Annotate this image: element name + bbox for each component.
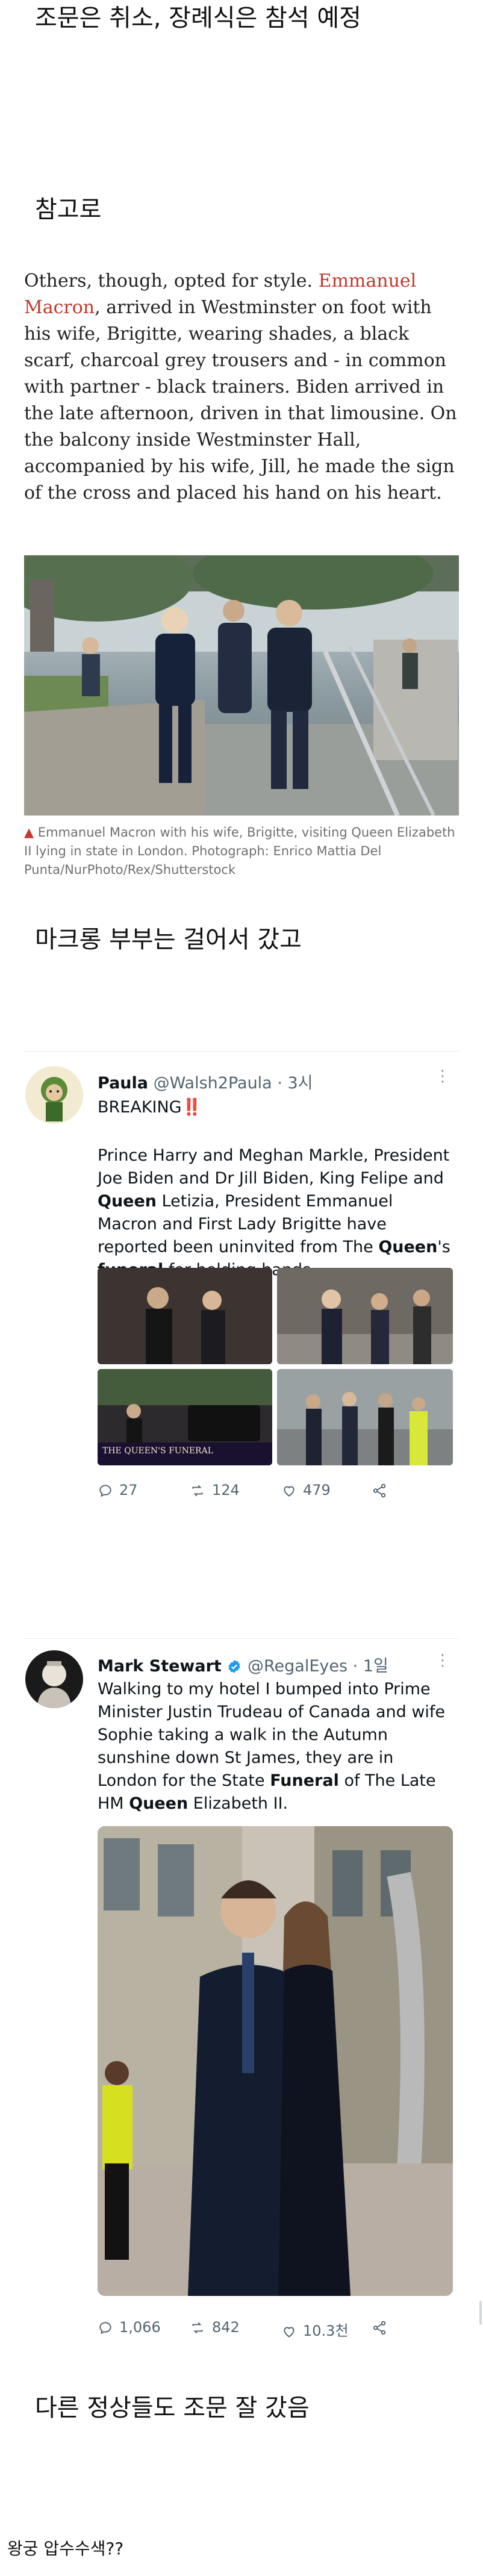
reply-icon xyxy=(99,1485,111,1497)
tweet-media-4[interactable] xyxy=(277,1369,453,1465)
breaking-text: BREAKING xyxy=(98,1098,182,1117)
retweet-count: 124 xyxy=(212,1482,240,1499)
tweet-time[interactable]: · 3시 xyxy=(277,1074,313,1093)
retweet-icon xyxy=(192,1485,203,1497)
like-button[interactable]: 10.3천 xyxy=(281,2319,349,2340)
caption-text: Emmanuel Macron with his wife, Brigitte,… xyxy=(24,825,455,877)
tweet-divider xyxy=(24,1051,459,1052)
tweet-media-3[interactable]: THE QUEEN'S FUNERAL xyxy=(98,1369,272,1465)
section-heading-reference: 참고로 xyxy=(35,196,102,223)
photo-macron-couple-walking xyxy=(24,555,459,816)
tweet-header: Mark Stewart @RegalEyes · 1일 xyxy=(98,1655,388,1678)
tweet-author-handle[interactable]: @Walsh2Paula xyxy=(154,1074,272,1093)
tweet-text: Elizabeth II. xyxy=(188,1794,288,1813)
share-button[interactable] xyxy=(372,1482,393,1499)
tweet-paula[interactable]: Paula @Walsh2Paula · 3시 ⋮ BREAKING‼️ Pri… xyxy=(24,1066,459,1524)
share-icon xyxy=(373,2321,386,2335)
article-text-after: , arrived in Westminster on foot with hi… xyxy=(24,297,457,504)
tweet-text-bold: Queen xyxy=(129,1794,189,1813)
like-count: 479 xyxy=(303,1482,331,1499)
verified-badge-icon xyxy=(228,1660,240,1673)
closing-remark: 왕궁 압수수색?? xyxy=(7,2539,124,2559)
section-heading-other-leaders: 다른 정상들도 조문 잘 갔음 xyxy=(35,2394,310,2422)
more-icon[interactable]: ⋮ xyxy=(435,1067,450,1085)
heart-icon xyxy=(284,2327,294,2337)
article-text-before: Others, though, opted for style. xyxy=(24,270,319,292)
tweet-line-breaking: BREAKING‼️ xyxy=(98,1096,453,1119)
tweet-header: Paula @Walsh2Paula · 3시 xyxy=(98,1072,313,1095)
media-banner-text: THE QUEEN'S FUNERAL xyxy=(102,1446,214,1456)
caption-triangle-icon: ▲ xyxy=(24,825,38,840)
photo-caption: ▲ Emmanuel Macron with his wife, Brigitt… xyxy=(24,823,459,879)
section-heading-walk: 마크롱 부부는 걸어서 갔고 xyxy=(35,926,302,953)
avatar-paula[interactable] xyxy=(25,1066,83,1124)
article-photo xyxy=(24,555,459,816)
tweet-actions: 1,066 842 10.3천 xyxy=(98,2319,453,2343)
tweet-text-bold: Queen xyxy=(378,1238,438,1256)
avatar-mark-stewart[interactable] xyxy=(25,1650,83,1708)
tweet-body: Walking to my hotel I bumped into Prime … xyxy=(98,1678,453,1815)
tweet-body: Prince Harry and Meghan Markle, Presiden… xyxy=(98,1144,453,1282)
tweet-media-1[interactable] xyxy=(98,1268,272,1364)
tweet-text: Prince Harry and Meghan Markle, Presiden… xyxy=(98,1146,450,1188)
reply-button[interactable]: 1,066 xyxy=(98,2319,161,2336)
tweet-divider xyxy=(24,1638,459,1639)
double-exclamation-icon: ‼️ xyxy=(181,1098,202,1117)
retweet-count: 842 xyxy=(212,2319,240,2336)
share-button[interactable] xyxy=(372,2319,393,2336)
like-count: 10.3천 xyxy=(303,2322,349,2339)
tweet-text-bold: Funeral xyxy=(270,1771,339,1790)
post-title: 조문은 취소, 장례식은 참석 예정 xyxy=(35,4,361,32)
retweet-button[interactable]: 124 xyxy=(189,1482,240,1499)
reply-button[interactable]: 27 xyxy=(98,1482,138,1499)
reply-count: 27 xyxy=(119,1482,138,1499)
more-icon[interactable]: ⋮ xyxy=(435,1651,450,1670)
tweet-mark-stewart[interactable]: Mark Stewart @RegalEyes · 1일 ⋮ Walking t… xyxy=(24,1650,459,2349)
reply-icon xyxy=(99,2322,111,2334)
tweet-time[interactable]: · 1일 xyxy=(353,1657,388,1676)
tweet-text-bold: Queen xyxy=(98,1192,157,1211)
retweet-icon xyxy=(192,2322,203,2334)
tweet-media-trudeau[interactable] xyxy=(98,1826,453,2296)
retweet-button[interactable]: 842 xyxy=(189,2319,240,2336)
scrollbar-thumb[interactable] xyxy=(479,2301,482,2325)
tweet-author-name[interactable]: Mark Stewart xyxy=(98,1657,222,1676)
article-paragraph: Others, though, opted for style. Emmanue… xyxy=(24,268,459,507)
share-icon xyxy=(373,1483,386,1498)
tweet-author-name[interactable]: Paula xyxy=(98,1074,148,1093)
like-button[interactable]: 479 xyxy=(281,1482,331,1499)
tweet-media-2[interactable] xyxy=(277,1268,453,1364)
heart-icon xyxy=(284,1486,294,1497)
tweet-actions: 27 124 479 xyxy=(98,1482,453,1506)
tweet-text: 's xyxy=(437,1238,450,1256)
tweet-author-handle[interactable]: @RegalEyes xyxy=(248,1657,347,1676)
reply-count: 1,066 xyxy=(119,2319,161,2336)
